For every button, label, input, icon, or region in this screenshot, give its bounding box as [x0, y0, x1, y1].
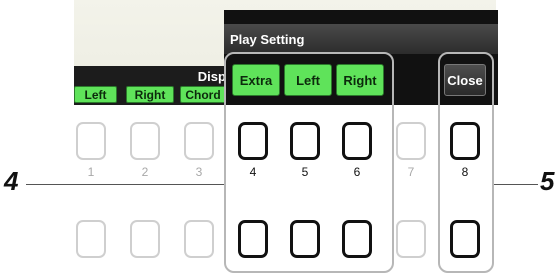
display-chord-button[interactable]: Chord: [180, 86, 226, 103]
button-number-6: 6: [353, 165, 361, 179]
button-number-4: 4: [249, 165, 257, 179]
upper-button-4[interactable]: [238, 122, 268, 160]
button-number-1: 1: [87, 165, 95, 179]
lower-button-5[interactable]: [290, 220, 320, 258]
callout-number-4: 4: [4, 166, 19, 196]
button-number-8: 8: [461, 165, 469, 179]
callout-line-5: [494, 184, 538, 185]
button-number-2: 2: [141, 165, 149, 179]
display-left-button[interactable]: Left: [74, 86, 117, 103]
button-number-3: 3: [195, 165, 203, 179]
button-number-5: 5: [301, 165, 309, 179]
lower-button-6[interactable]: [342, 220, 372, 258]
popup-title-bar: Play Setting: [224, 24, 498, 54]
lower-button-3[interactable]: [184, 220, 214, 258]
upper-button-6[interactable]: [342, 122, 372, 160]
upper-button-2[interactable]: [130, 122, 160, 160]
display-right-button[interactable]: Right: [126, 86, 174, 103]
lower-button-7[interactable]: [396, 220, 426, 258]
button-number-7: 7: [407, 165, 415, 179]
upper-button-1[interactable]: [76, 122, 106, 160]
lower-button-2[interactable]: [130, 220, 160, 258]
upper-button-8[interactable]: [450, 122, 480, 160]
upper-button-7[interactable]: [396, 122, 426, 160]
upper-button-5[interactable]: [290, 122, 320, 160]
callout-number-5: 5: [540, 166, 555, 196]
lower-button-4[interactable]: [238, 220, 268, 258]
lower-button-1[interactable]: [76, 220, 106, 258]
upper-button-3[interactable]: [184, 122, 214, 160]
popup-title: Play Setting: [230, 32, 305, 47]
lower-button-8[interactable]: [450, 220, 480, 258]
callout-line-4: [26, 184, 224, 185]
